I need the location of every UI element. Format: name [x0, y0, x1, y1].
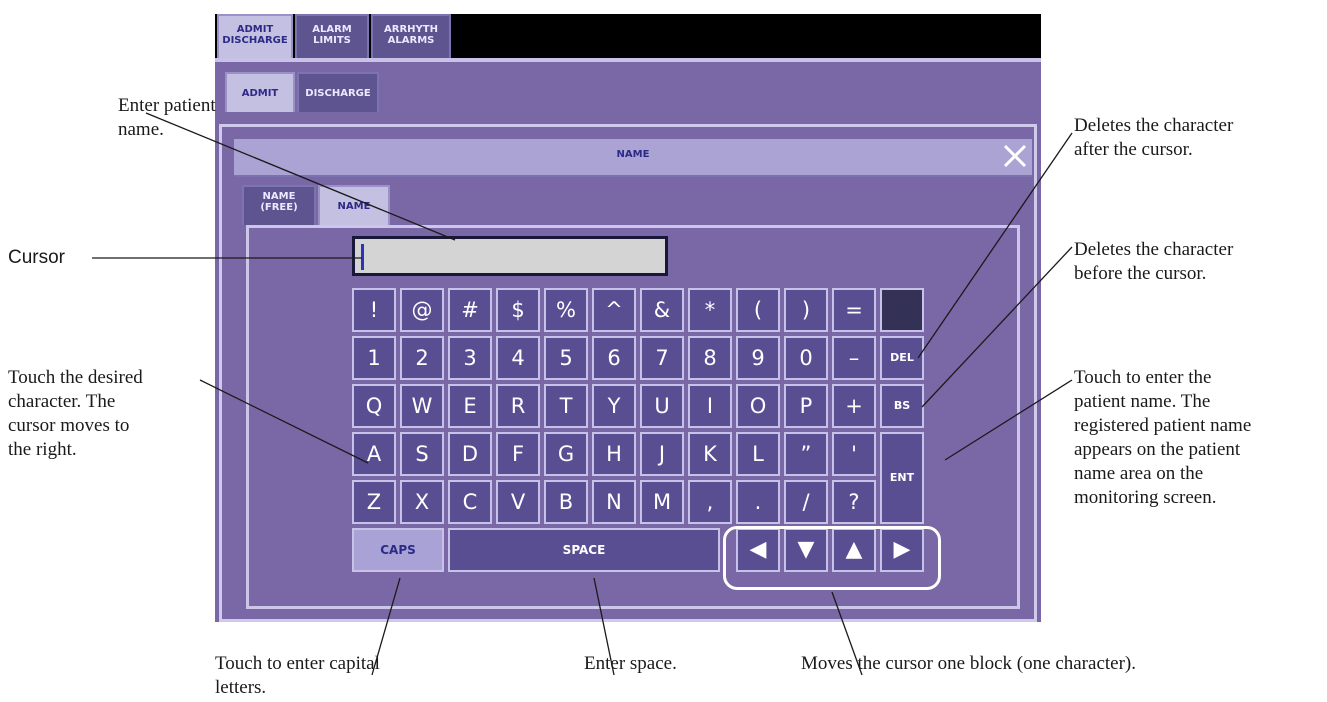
tab-admit-discharge[interactable]: ADMIT DISCHARGE	[217, 14, 293, 58]
key-v[interactable]: V	[496, 480, 540, 524]
key-n[interactable]: N	[592, 480, 636, 524]
bs-key[interactable]: BS	[880, 384, 924, 428]
key-period[interactable]: .	[736, 480, 780, 524]
key-question[interactable]: ?	[832, 480, 876, 524]
key-at[interactable]: @	[400, 288, 444, 332]
dialog-title-bar: NAME	[234, 139, 1032, 177]
key-x[interactable]: X	[400, 480, 444, 524]
key-apostrophe[interactable]: '	[832, 432, 876, 476]
key-i[interactable]: I	[688, 384, 732, 428]
key-y[interactable]: Y	[592, 384, 636, 428]
key-caret[interactable]: ^	[592, 288, 636, 332]
key-0[interactable]: 0	[784, 336, 828, 380]
caps-key[interactable]: CAPS	[352, 528, 444, 572]
tab-admit-discharge-label: ADMIT DISCHARGE	[222, 24, 288, 46]
blank-key	[880, 288, 924, 332]
del-key[interactable]: DEL	[880, 336, 924, 380]
ent-key[interactable]: ENT	[880, 432, 924, 524]
key-b[interactable]: B	[544, 480, 588, 524]
annotation-cursor: Cursor	[8, 247, 66, 268]
key-g[interactable]: G	[544, 432, 588, 476]
annotation-del: Deletes the character after the cursor.	[1074, 115, 1234, 160]
top-tab-row: ADMIT DISCHARGE ALARM LIMITS ARRHYTH ALA…	[215, 14, 1041, 58]
name-dialog: NAME NAME (FREE) NAME DEL BS ENT CAPS SP…	[219, 124, 1037, 622]
key-7[interactable]: 7	[640, 336, 684, 380]
key-comma[interactable]: ,	[688, 480, 732, 524]
key-4[interactable]: 4	[496, 336, 540, 380]
key-6[interactable]: 6	[592, 336, 636, 380]
down-arrow-icon[interactable]: ▼	[784, 528, 828, 572]
key-ampersand[interactable]: &	[640, 288, 684, 332]
key-m[interactable]: M	[640, 480, 684, 524]
key-minus[interactable]: –	[832, 336, 876, 380]
annotation-enter-name: Enter patient name.	[118, 95, 216, 140]
key-5[interactable]: 5	[544, 336, 588, 380]
key-p[interactable]: P	[784, 384, 828, 428]
key-percent[interactable]: %	[544, 288, 588, 332]
key-quote[interactable]: ”	[784, 432, 828, 476]
key-l[interactable]: L	[736, 432, 780, 476]
key-e[interactable]: E	[448, 384, 492, 428]
close-icon[interactable]	[1000, 141, 1030, 171]
annotation-space: Enter space.	[584, 653, 677, 674]
key-q[interactable]: Q	[352, 384, 396, 428]
key-plus[interactable]: +	[832, 384, 876, 428]
tab-alarm-limits[interactable]: ALARM LIMITS	[295, 14, 369, 58]
key-exclam[interactable]: !	[352, 288, 396, 332]
annotation-touch-character: Touch the desired character. The cursor …	[8, 367, 143, 460]
key-c[interactable]: C	[448, 480, 492, 524]
key-equals[interactable]: =	[832, 288, 876, 332]
sub-tab-row: ADMIT DISCHARGE	[221, 68, 1021, 114]
key-r[interactable]: R	[496, 384, 540, 428]
key-1[interactable]: 1	[352, 336, 396, 380]
key-asterisk[interactable]: *	[688, 288, 732, 332]
key-lparen[interactable]: (	[736, 288, 780, 332]
key-9[interactable]: 9	[736, 336, 780, 380]
key-3[interactable]: 3	[448, 336, 492, 380]
monitor-screen: ADMIT DISCHARGE ALARM LIMITS ARRHYTH ALA…	[215, 14, 1041, 622]
key-hash[interactable]: #	[448, 288, 492, 332]
key-j[interactable]: J	[640, 432, 684, 476]
key-f[interactable]: F	[496, 432, 540, 476]
keyboard-area: DEL BS ENT CAPS SPACE ! @ # $% ^ & *() = 1 2 3 4 5 6 7…	[246, 225, 1020, 609]
key-u[interactable]: U	[640, 384, 684, 428]
text-cursor	[361, 244, 364, 270]
key-s[interactable]: S	[400, 432, 444, 476]
key-slash[interactable]: /	[784, 480, 828, 524]
annotation-arrows: Moves the cursor one block (one characte…	[801, 653, 1136, 674]
key-2[interactable]: 2	[400, 336, 444, 380]
right-arrow-icon[interactable]: ▶	[880, 528, 924, 572]
tab-alarm-limits-label: ALARM LIMITS	[312, 24, 352, 46]
tab-name[interactable]: NAME	[318, 185, 390, 225]
tab-arrhyth-alarms-label: ARRHYTH ALARMS	[384, 24, 438, 46]
key-k[interactable]: K	[688, 432, 732, 476]
space-key[interactable]: SPACE	[448, 528, 720, 572]
tab-name-free[interactable]: NAME (FREE)	[242, 185, 316, 225]
admit-discharge-panel: ADMIT DISCHARGE NAME NAME (FREE) NAME DE…	[215, 58, 1041, 622]
key-a[interactable]: A	[352, 432, 396, 476]
key-o[interactable]: O	[736, 384, 780, 428]
tab-discharge[interactable]: DISCHARGE	[297, 72, 379, 112]
key-d[interactable]: D	[448, 432, 492, 476]
left-arrow-icon[interactable]: ◀	[736, 528, 780, 572]
annotation-caps: Touch to enter capital letters.	[215, 653, 380, 698]
dialog-title: NAME	[616, 149, 650, 160]
annotation-ent: Touch to enter the patient name. The reg…	[1074, 367, 1252, 508]
key-8[interactable]: 8	[688, 336, 732, 380]
key-rparen[interactable]: )	[784, 288, 828, 332]
tab-admit[interactable]: ADMIT	[225, 72, 295, 112]
annotation-bs: Deletes the character before the cursor.	[1074, 239, 1234, 284]
key-t[interactable]: T	[544, 384, 588, 428]
key-dollar[interactable]: $	[496, 288, 540, 332]
key-h[interactable]: H	[592, 432, 636, 476]
patient-name-input[interactable]	[352, 236, 668, 276]
key-w[interactable]: W	[400, 384, 444, 428]
up-arrow-icon[interactable]: ▲	[832, 528, 876, 572]
tab-arrhyth-alarms[interactable]: ARRHYTH ALARMS	[371, 14, 451, 58]
name-tab-row: NAME (FREE) NAME	[240, 179, 640, 225]
key-z[interactable]: Z	[352, 480, 396, 524]
